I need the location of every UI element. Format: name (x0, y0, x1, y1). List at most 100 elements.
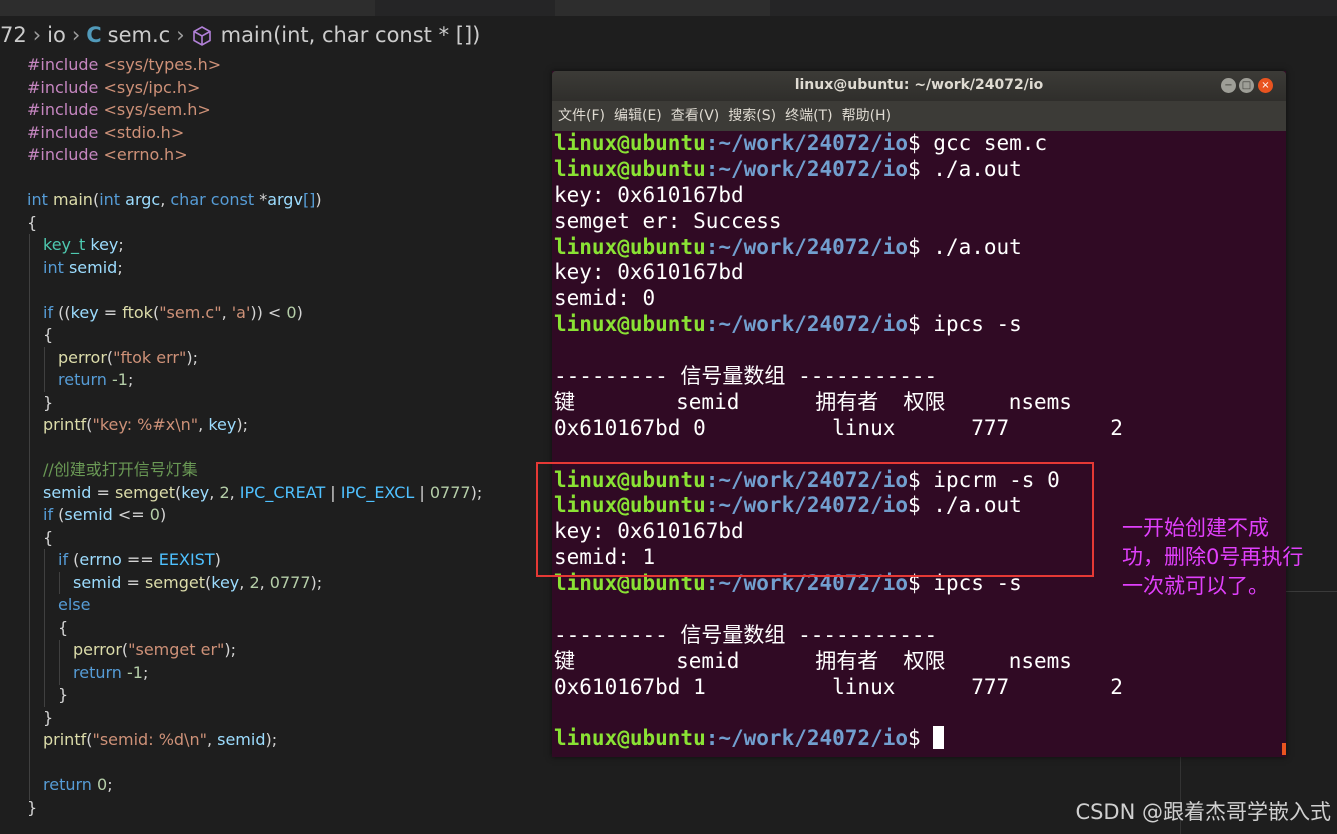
code-token: ; (142, 662, 149, 682)
terminal-menu-item[interactable]: 帮助(H) (842, 108, 891, 124)
prompt-path: :~/work/24072/io (705, 726, 909, 751)
breadcrumb: 72 › io › Csem.c › main(int, char const * []) (0, 21, 560, 49)
code-token: , (209, 482, 220, 502)
code-token: semid (64, 505, 113, 524)
scrollbar[interactable] (1282, 743, 1286, 755)
code-line: int main(int argc, char const *argv[]) (27, 189, 482, 212)
code-token: main (52, 190, 93, 209)
code-line: #include <sys/sem.h> (27, 99, 482, 122)
editor-tab[interactable] (555, 0, 770, 16)
code-token: ) (159, 505, 167, 524)
code-token: 0777 (269, 572, 311, 592)
code-line: { (27, 324, 482, 347)
code-token: IPC_CREAT (239, 482, 326, 502)
terminal-text: 键 semid 拥有者 权限 nsems (554, 648, 1072, 673)
terminal-titlebar[interactable]: linux@ubuntu: ~/work/24072/io − □ × (552, 71, 1286, 101)
terminal-menubar: 文件(F) 编辑(E) 查看(V) 搜索(S) 终端(T) 帮助(H) (552, 101, 1286, 131)
code-line: } (27, 684, 482, 707)
code-line: perror("ftok err"); (27, 347, 482, 370)
prompt-user: linux@ubuntu (554, 234, 706, 259)
terminal-output[interactable]: linux@ubuntu:~/work/24072/io$ gcc sem.c l… (552, 131, 1286, 752)
prompt-path: :~/work/24072/io (705, 234, 909, 259)
terminal-window[interactable]: linux@ubuntu: ~/work/24072/io − □ × 文件(F… (552, 71, 1286, 757)
code-token: perror (58, 347, 107, 367)
terminal-cursor (933, 726, 945, 750)
code-token: = (98, 302, 123, 322)
code-token: , (198, 415, 209, 434)
terminal-command-line: linux@ubuntu:~/work/24072/io$ ipcs -s (554, 312, 1286, 338)
code-token: 2 (219, 482, 230, 502)
code-token: <sys/sem.h> (103, 100, 211, 119)
code-line: printf("semid: %d\n", semid); (27, 729, 482, 752)
code-token: <errno.h> (103, 145, 188, 164)
terminal-menu-item[interactable]: 查看(V) (671, 108, 720, 124)
code-token: ); (310, 572, 323, 592)
breadcrumb-file[interactable]: sem.c (108, 21, 171, 49)
breadcrumb-folder[interactable]: io (47, 21, 66, 49)
code-token: "semid: %d\n" (92, 730, 207, 749)
chevron-right-icon: › (176, 23, 185, 47)
breadcrumb-symbol[interactable]: main(int, char const * []) (221, 21, 481, 49)
code-line: } (27, 392, 482, 415)
code-line: } (27, 707, 482, 730)
code-token: 0 (97, 775, 108, 794)
code-line: { (27, 212, 482, 235)
code-token: 0 (149, 505, 160, 524)
code-token: #include (27, 55, 104, 74)
code-token: EEXIST (158, 550, 215, 569)
terminal-text: key: 0x610167bd (554, 182, 744, 207)
code-token: , (221, 302, 232, 322)
terminal-output-line: semid: 0 (554, 286, 1286, 312)
code-token: )) < (250, 302, 287, 322)
terminal-text: $ gcc sem.c (908, 131, 1048, 155)
code-token: ; (107, 775, 113, 794)
terminal-menu-item[interactable]: 终端(T) (785, 108, 832, 124)
minimize-icon[interactable]: − (1221, 78, 1236, 93)
code-token: "sem.c" (159, 302, 222, 322)
c-file-icon: C (86, 23, 102, 47)
code-editor[interactable]: #include <sys/types.h> #include <sys/ipc.… (27, 54, 482, 819)
code-token: return (58, 370, 113, 389)
code-line: perror("semget er"); (27, 639, 482, 662)
terminal-menu-item[interactable]: 编辑(E) (614, 108, 662, 124)
code-line: else (27, 594, 482, 617)
code-token: ); (186, 347, 198, 367)
prompt-path: :~/work/24072/io (705, 131, 909, 155)
annotation-line: 一次就可以了。 (1122, 574, 1269, 598)
code-token: , (259, 572, 270, 592)
code-token: ; (127, 370, 134, 389)
code-token: return (43, 775, 98, 794)
code-token: ); (224, 640, 237, 659)
code-token: #include (27, 145, 104, 164)
code-token: { (43, 527, 54, 547)
terminal-text: $ ./a.out (908, 156, 1022, 181)
terminal-command-line: linux@ubuntu:~/work/24072/io$ gcc sem.c (554, 131, 1286, 157)
terminal-text: $ (908, 726, 934, 751)
code-token: = (91, 482, 115, 502)
terminal-command-line: linux@ubuntu:~/work/24072/io$ ./a.out (554, 157, 1286, 183)
code-token: ); (265, 730, 278, 749)
code-token: #include (27, 77, 104, 97)
code-line: #include <stdio.h> (27, 122, 482, 145)
code-line: return -1; (27, 369, 482, 392)
code-token: , (229, 482, 240, 502)
code-token: ) (315, 190, 322, 209)
maximize-icon[interactable]: □ (1239, 78, 1254, 93)
code-line: //创建或打开信号灯集 (27, 459, 482, 482)
code-token: argv (267, 190, 303, 209)
code-line: if (semid <= 0) (27, 504, 482, 527)
close-icon[interactable]: × (1258, 78, 1273, 93)
terminal-menu-item[interactable]: 文件(F) (558, 108, 605, 124)
watermark: CSDN @跟着杰哥学嵌入式 (1075, 800, 1331, 824)
editor-tab[interactable] (0, 0, 375, 16)
breadcrumb-folder-partial[interactable]: 72 (0, 21, 27, 49)
prompt-user: linux@ubuntu (554, 131, 706, 155)
terminal-text: semid: 0 (554, 286, 656, 311)
terminal-output-line: 0x610167bd 0 linux 777 2 (554, 416, 1286, 442)
terminal-output-line: 键 semid 拥有者 权限 nsems (554, 390, 1286, 416)
code-line: } (27, 797, 482, 820)
chevron-right-icon: › (71, 23, 81, 47)
terminal-menu-item[interactable]: 搜索(S) (728, 108, 776, 124)
